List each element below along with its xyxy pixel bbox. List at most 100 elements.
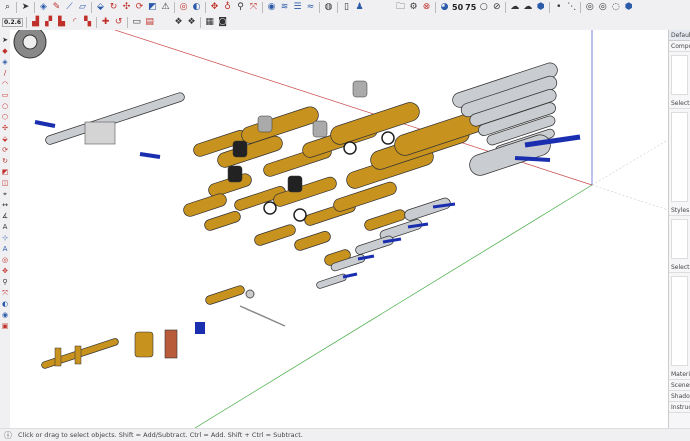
warehouse-icon[interactable]: ≈ [305,2,316,13]
walk-icon[interactable]: ◐ [1,300,9,308]
pipe-valve-icon[interactable]: ▚ [82,17,93,28]
cloud-upload-icon[interactable]: ☁ [509,2,520,13]
eraser-icon[interactable]: ◈ [1,58,9,66]
dimension-icon[interactable]: ↔ [1,201,9,209]
eraser-icon[interactable]: ◈ [38,2,49,13]
scale-icon[interactable]: ◩ [1,168,9,176]
box-icon[interactable]: ◙ [217,17,228,28]
select-icon[interactable]: ➤ [1,36,9,44]
flange-bore [22,34,38,50]
move-icon[interactable]: ✣ [1,124,9,132]
3d-text-icon[interactable]: A [1,245,9,253]
offset-icon[interactable]: ◫ [1,179,9,187]
walk-icon[interactable]: ◐ [191,2,202,13]
pan-icon[interactable]: ✥ [1,267,9,275]
pipe-elbow-icon[interactable]: ▟ [30,17,41,28]
zoom-icon[interactable]: ⚲ [1,278,9,286]
move-icon[interactable]: ✣ [121,2,132,13]
new-file-icon[interactable]: ▯ [341,2,352,13]
follow-me-icon[interactable]: ↻ [108,2,119,13]
circle-icon[interactable]: ○ [1,102,9,110]
left-toolbar: ➤ ◆ ◈ / ◠ ▭ ○ ⬡ ✣ ⬙ ⟳ ↻ ◩ ◫ ⌖ ↔ ∡ A ⊹ A … [0,30,10,428]
info-icon[interactable]: ⓘ [4,430,12,441]
text-icon[interactable]: A [1,223,9,231]
library-icon[interactable]: ▦ [204,17,215,28]
tray-section-components[interactable]: Components [669,41,690,52]
parts-icon[interactable]: ❖ [173,17,184,28]
rotate-icon[interactable]: ⟳ [134,2,145,13]
hand-icon[interactable]: ♁ [222,2,233,13]
component-icon[interactable]: ⬢ [535,2,546,13]
export-icon[interactable]: ▤ [144,17,155,28]
air-vent [134,331,154,358]
gear-icon[interactable]: ⚙ [408,2,419,13]
pipe-tee-icon[interactable]: ▞ [43,17,54,28]
brass-fitting-body [325,250,350,265]
tray-section-materials[interactable]: Materials [669,369,690,380]
profile-icon[interactable]: ♟ [354,2,365,13]
label-icon[interactable]: ▭ [131,17,142,28]
parts2-icon[interactable]: ❖ [186,17,197,28]
zoom-extents-icon[interactable]: ⤧ [248,2,259,13]
solid-subtract-icon[interactable]: ◎ [597,2,608,13]
paint-icon[interactable]: ◆ [1,47,9,55]
tray-section-shadows[interactable]: Shadows [669,391,690,402]
layers-icon[interactable]: ◉ [266,2,277,13]
orbit-icon[interactable]: ◎ [178,2,189,13]
rectangle-tool-icon[interactable]: ▱ [77,2,88,13]
follow-me-icon[interactable]: ↻ [1,157,9,165]
component-list[interactable] [671,112,688,202]
cloud-download-icon[interactable]: ☁ [522,2,533,13]
zoom-extents-icon[interactable]: ⤧ [1,289,9,297]
display-icon[interactable]: ◕ [439,2,450,13]
tape-icon[interactable]: ⌖ [1,190,9,198]
pencil-icon[interactable]: ✎ [51,2,62,13]
opacity-75-button[interactable]: 75 [465,3,476,12]
push-pull-icon[interactable]: ⬙ [1,135,9,143]
rectangle-icon[interactable]: ▭ [1,91,9,99]
arc-icon[interactable]: ◠ [1,80,9,88]
styles-icon[interactable]: ≋ [279,2,290,13]
account-icon[interactable]: ◍ [323,2,334,13]
tray-select-styles[interactable]: Select [669,262,690,273]
shade-icon[interactable]: ⊘ [491,2,502,13]
pipe-bend-icon[interactable]: ◜ [69,17,80,28]
opacity-50-button[interactable]: 50 [452,3,463,12]
orbit-icon[interactable]: ◎ [1,256,9,264]
style-list[interactable] [671,276,688,366]
solid-split-icon[interactable]: ⬢ [623,2,634,13]
scale-icon[interactable]: ◩ [147,2,158,13]
tray-select-tab[interactable]: Select [669,98,690,109]
pipe-cross-icon[interactable]: ✚ [100,17,111,28]
line-icon[interactable]: / [1,69,9,77]
push-pull-icon[interactable]: ⬙ [95,2,106,13]
rotate-icon[interactable]: ⟳ [1,146,9,154]
line-tool-icon[interactable]: ⟋ [64,2,75,13]
xray-icon[interactable]: ○ [478,2,489,13]
close-icon[interactable]: ⊗ [421,2,432,13]
select-tool-icon[interactable]: ➤ [20,2,31,13]
plumbing-components[interactable] [13,25,581,369]
pipe-reducer-icon[interactable]: ▙ [56,17,67,28]
polygon-icon[interactable]: ⬡ [1,113,9,121]
section-plane-icon[interactable]: ▣ [1,322,9,330]
counter: 0.2.6 [2,18,24,27]
protractor-icon[interactable]: ∡ [1,212,9,220]
protractor-icon[interactable]: ⚠ [160,2,171,13]
solid-trim-icon[interactable]: ◌ [610,2,621,13]
pipe-rotate-icon[interactable]: ↺ [113,17,124,28]
zoom-icon[interactable]: ⚲ [235,2,246,13]
point-icon[interactable]: • [553,2,564,13]
pan-icon[interactable]: ✥ [209,2,220,13]
tray-section-scenes[interactable]: Scenes [669,380,690,391]
search-icon[interactable]: ⌕ [2,2,13,13]
scenes-icon[interactable]: ☰ [292,2,303,13]
dashed-line-icon[interactable]: ⋱ [566,2,577,13]
modeling-viewport[interactable] [10,25,669,429]
solid-union-icon[interactable]: ◎ [584,2,595,13]
tray-section-instructor[interactable]: Instructor [669,402,690,413]
open-folder-icon[interactable]: 🗀 [395,2,406,13]
look-around-icon[interactable]: ◉ [1,311,9,319]
tray-section-styles[interactable]: Styles [669,205,690,216]
axes-icon[interactable]: ⊹ [1,234,9,242]
